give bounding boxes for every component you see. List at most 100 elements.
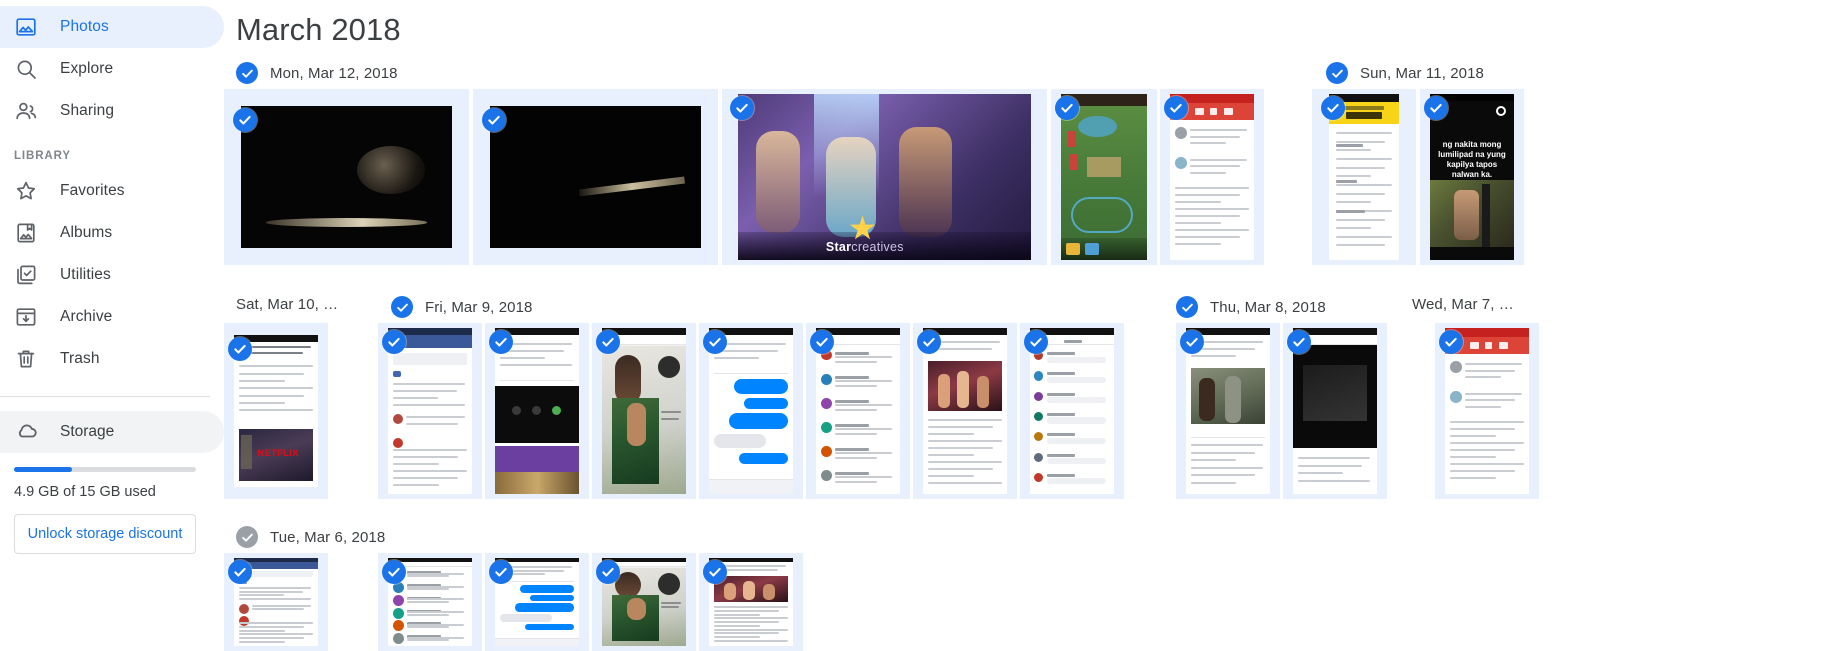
photo-thumbnail[interactable] bbox=[485, 323, 589, 499]
photo-thumbnail[interactable]: Starcreatives bbox=[722, 89, 1047, 265]
photo-image bbox=[490, 106, 701, 248]
photo-image bbox=[241, 106, 452, 248]
photo-thumbnail[interactable] bbox=[699, 323, 803, 499]
sidebar-item-photos[interactable]: Photos bbox=[0, 6, 224, 48]
sidebar-item-storage[interactable]: Storage bbox=[0, 411, 224, 453]
sidebar-item-utilities[interactable]: Utilities bbox=[0, 254, 224, 296]
google-photos-app: Photos Explore Sharing LIBRARY Favorites Al… bbox=[0, 0, 1846, 651]
date-header[interactable]: Wed, Mar 7, … bbox=[1412, 296, 1514, 313]
date-header[interactable]: Tue, Mar 6, 2018 bbox=[236, 526, 385, 548]
storage-progress-fill bbox=[14, 467, 73, 472]
date-select-checkbox[interactable] bbox=[1326, 62, 1348, 84]
photo-select-checkbox[interactable] bbox=[810, 330, 834, 354]
date-header[interactable]: Fri, Mar 9, 2018 bbox=[391, 296, 532, 318]
photo-select-checkbox[interactable] bbox=[489, 560, 513, 584]
photo-image bbox=[1186, 328, 1270, 494]
sidebar-item-favorites[interactable]: Favorites bbox=[0, 170, 224, 212]
row-mar-6 bbox=[224, 553, 1846, 651]
photo-select-checkbox[interactable] bbox=[1424, 96, 1448, 120]
date-header[interactable]: Sat, Mar 10, … bbox=[236, 296, 338, 313]
photo-thumbnail[interactable] bbox=[913, 323, 1017, 499]
photo-select-checkbox[interactable] bbox=[1024, 330, 1048, 354]
row-mar-12-11: Starcreatives ng nakita mong lumilipad na… bbox=[224, 89, 1846, 289]
photo-thumbnail[interactable] bbox=[378, 553, 482, 651]
photo-select-checkbox[interactable] bbox=[228, 560, 252, 584]
photo-select-checkbox[interactable] bbox=[1439, 330, 1463, 354]
date-header[interactable]: Sun, Mar 11, 2018 bbox=[1326, 62, 1484, 84]
photo-select-checkbox[interactable] bbox=[228, 337, 252, 361]
photo-thumbnail[interactable] bbox=[224, 553, 328, 651]
sidebar-item-label: Explore bbox=[60, 60, 114, 77]
sidebar-item-trash[interactable]: Trash bbox=[0, 338, 224, 380]
date-select-checkbox[interactable] bbox=[236, 526, 258, 548]
photo-thumbnail[interactable] bbox=[485, 553, 589, 651]
photo-select-checkbox[interactable] bbox=[233, 108, 257, 132]
archive-icon bbox=[14, 305, 38, 329]
photo-select-checkbox[interactable] bbox=[1055, 96, 1079, 120]
photo-select-checkbox[interactable] bbox=[703, 330, 727, 354]
photo-thumbnail[interactable] bbox=[592, 323, 696, 499]
date-select-checkbox[interactable] bbox=[391, 296, 413, 318]
sidebar-item-sharing[interactable]: Sharing bbox=[0, 90, 224, 132]
photo-thumbnail[interactable] bbox=[699, 553, 803, 651]
photo-thumbnail[interactable] bbox=[378, 323, 482, 499]
photo-select-checkbox[interactable] bbox=[489, 330, 513, 354]
date-select-checkbox[interactable] bbox=[236, 62, 258, 84]
sidebar-item-label: Favorites bbox=[60, 182, 125, 199]
photo-select-checkbox[interactable] bbox=[1164, 96, 1188, 120]
photo-thumbnail[interactable] bbox=[1160, 89, 1264, 265]
photo-thumbnail[interactable] bbox=[1283, 323, 1387, 499]
date-select-checkbox[interactable] bbox=[1176, 296, 1198, 318]
date-header-label: Thu, Mar 8, 2018 bbox=[1210, 298, 1326, 316]
photo-select-checkbox[interactable] bbox=[917, 330, 941, 354]
photo-thumbnail[interactable] bbox=[806, 323, 910, 499]
photo-select-checkbox[interactable] bbox=[382, 330, 406, 354]
photo-grid-area: March 2018 Mon, Mar 12, 2018 Sun, Mar 11,… bbox=[224, 0, 1846, 651]
photo-thumbnail[interactable] bbox=[1051, 89, 1157, 265]
photo-select-checkbox[interactable] bbox=[1321, 96, 1345, 120]
date-header[interactable]: Mon, Mar 12, 2018 bbox=[236, 62, 398, 84]
unlock-storage-discount-button[interactable]: Unlock storage discount bbox=[14, 514, 196, 554]
photo-select-checkbox[interactable] bbox=[596, 330, 620, 354]
photo-thumbnail[interactable] bbox=[1435, 323, 1539, 499]
photo-thumbnail[interactable]: NETFLIX bbox=[224, 323, 328, 499]
date-header[interactable]: Thu, Mar 8, 2018 bbox=[1176, 296, 1326, 318]
photo-select-checkbox[interactable] bbox=[1180, 330, 1204, 354]
sidebar-item-label: Photos bbox=[60, 18, 109, 35]
photo-image bbox=[709, 328, 793, 494]
photo-thumbnail[interactable] bbox=[592, 553, 696, 651]
sidebar-item-label: Albums bbox=[60, 224, 113, 241]
album-icon bbox=[14, 221, 38, 245]
photo-select-checkbox[interactable] bbox=[703, 560, 727, 584]
photo-select-checkbox[interactable] bbox=[482, 108, 506, 132]
search-icon bbox=[14, 57, 38, 81]
photo-thumbnail[interactable] bbox=[473, 89, 718, 265]
sidebar-item-albums[interactable]: Albums bbox=[0, 212, 224, 254]
photo-thumbnail[interactable] bbox=[1312, 89, 1416, 265]
photo-thumbnail[interactable] bbox=[1176, 323, 1280, 499]
photo-select-checkbox[interactable] bbox=[596, 560, 620, 584]
photo-select-checkbox[interactable] bbox=[1287, 330, 1311, 354]
storage-progress-bar bbox=[14, 467, 196, 472]
sidebar-item-explore[interactable]: Explore bbox=[0, 48, 224, 90]
sidebar-item-label: Sharing bbox=[60, 102, 115, 119]
photo-image bbox=[1061, 94, 1147, 260]
photo-thumbnail[interactable] bbox=[224, 89, 469, 265]
sidebar-item-label: Trash bbox=[60, 350, 100, 367]
sidebar-library-nav: Favorites Albums Utilities Archive Trash bbox=[0, 170, 224, 380]
date-header-label: Sun, Mar 11, 2018 bbox=[1360, 64, 1484, 82]
date-header-label: Wed, Mar 7, … bbox=[1412, 296, 1514, 313]
photo-thumbnail[interactable]: ng nakita mong lumilipad na yung kapilya… bbox=[1420, 89, 1524, 265]
photo-image bbox=[1445, 328, 1529, 494]
sidebar-item-archive[interactable]: Archive bbox=[0, 296, 224, 338]
sidebar-item-label: Archive bbox=[60, 308, 113, 325]
photo-select-checkbox[interactable] bbox=[382, 560, 406, 584]
photo-thumbnail[interactable] bbox=[1020, 323, 1124, 499]
unlock-storage-discount-label: Unlock storage discount bbox=[27, 526, 183, 542]
sidebar: Photos Explore Sharing LIBRARY Favorites Al… bbox=[0, 0, 224, 651]
date-header-label: Mon, Mar 12, 2018 bbox=[270, 64, 398, 82]
utilities-icon bbox=[14, 263, 38, 287]
photo-image bbox=[602, 328, 686, 494]
photo-image bbox=[1170, 94, 1254, 260]
photo-select-checkbox[interactable] bbox=[730, 96, 754, 120]
